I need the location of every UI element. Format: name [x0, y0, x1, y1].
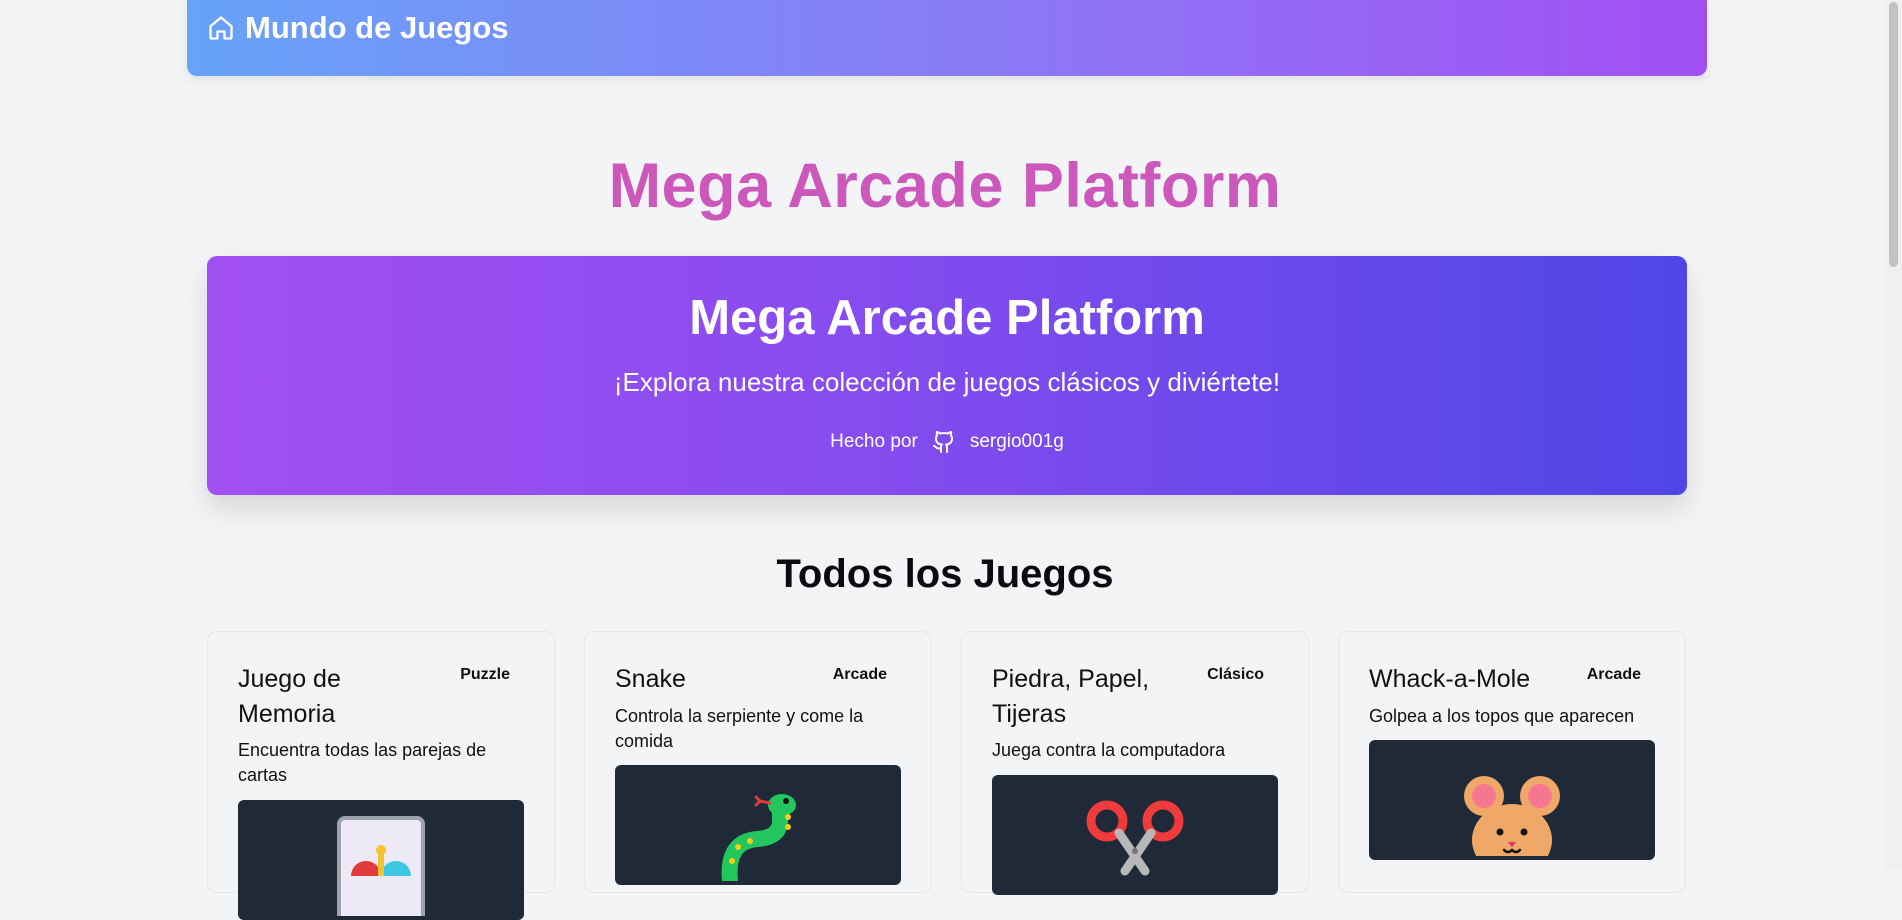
- scissors-icon: [1086, 800, 1184, 876]
- game-card-image[interactable]: [992, 775, 1278, 895]
- hero-subtitle: ¡Explora nuestra colección de juegos clá…: [613, 367, 1281, 397]
- games-heading: Todos los Juegos: [776, 552, 1114, 596]
- mouse-icon: [1464, 776, 1560, 856]
- hero-banner: Mega Arcade Platform ¡Explora nuestra co…: [207, 256, 1687, 495]
- game-card-title: Snake: [615, 665, 686, 693]
- game-card-title: Whack-a-Mole: [1369, 665, 1531, 693]
- game-card-memory[interactable]: Juego de Memoria Puzzle Encuentra todas …: [207, 631, 555, 920]
- snake-icon: [721, 794, 796, 881]
- scrollbar-thumb[interactable]: [1889, 2, 1898, 267]
- made-by-label: Hecho por: [830, 431, 918, 452]
- brand-label: Mundo de Juegos: [245, 10, 509, 45]
- home-icon: [209, 16, 233, 40]
- category-badge: Puzzle: [460, 666, 510, 683]
- game-card-image[interactable]: [1369, 740, 1655, 860]
- hero-title: Mega Arcade Platform: [689, 291, 1205, 345]
- game-card-description: Controla la serpiente y come la comida: [615, 706, 864, 751]
- github-icon[interactable]: [932, 430, 956, 454]
- game-card-whack-a-mole[interactable]: Whack-a-Mole Arcade Golpea a los topos q…: [1338, 631, 1686, 893]
- game-card-description: Golpea a los topos que aparecen: [1369, 706, 1635, 726]
- brand-link[interactable]: Mundo de Juegos: [207, 10, 509, 46]
- category-badge: Clásico: [1207, 666, 1264, 683]
- navbar: Mundo de Juegos: [187, 0, 1707, 76]
- category-badge: Arcade: [832, 666, 887, 683]
- author-link[interactable]: sergio001g: [970, 431, 1064, 453]
- hero-credit: Hecho por sergio001g: [207, 430, 1687, 454]
- game-card-description: Juega contra la computadora: [992, 740, 1226, 760]
- game-card-image[interactable]: [615, 765, 901, 885]
- memory-card-icon: [337, 816, 425, 916]
- game-card-title: Juego de Memoria: [238, 665, 341, 728]
- page-scrollbar[interactable]: [1885, 0, 1902, 869]
- game-card-rps[interactable]: Piedra, Papel, Tijeras Clásico Juega con…: [961, 631, 1309, 895]
- game-card-description: Encuentra todas las parejas de cartas: [238, 740, 487, 785]
- game-card-title: Piedra, Papel, Tijeras: [992, 665, 1150, 728]
- game-card-snake[interactable]: Snake Arcade Controla la serpiente y com…: [584, 631, 932, 893]
- category-badge: Arcade: [1586, 666, 1641, 683]
- page-title: Mega Arcade Platform: [608, 151, 1282, 221]
- game-card-image[interactable]: [238, 800, 524, 920]
